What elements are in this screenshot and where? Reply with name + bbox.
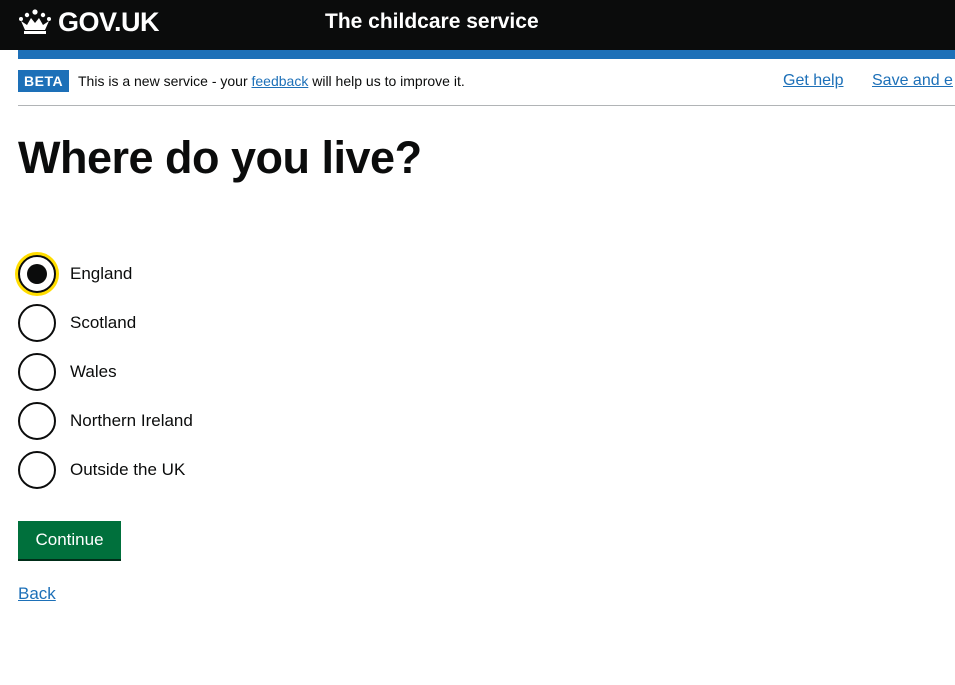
govuk-logo-link[interactable]: GOV.UK <box>18 6 160 38</box>
radio-button[interactable] <box>18 451 56 489</box>
beta-tag: BETA <box>18 70 70 92</box>
phase-text-before: This is a new service - your <box>78 73 252 89</box>
service-name-link[interactable]: The childcare service <box>325 8 539 36</box>
phase-banner: BETA This is a new service - your feedba… <box>18 68 955 106</box>
phase-text-after: will help us to improve it. <box>308 73 465 89</box>
radio-scotland[interactable]: Scotland <box>18 303 136 343</box>
get-help-link[interactable]: Get help <box>783 70 843 92</box>
radio-label: England <box>70 264 133 283</box>
back-link[interactable]: Back <box>18 583 56 605</box>
header-blue-bar <box>18 50 955 59</box>
site-header: GOV.UK The childcare service <box>0 0 955 50</box>
phase-banner-text: This is a new service - your feedback wi… <box>78 71 465 91</box>
radio-button[interactable] <box>18 304 56 342</box>
feedback-link[interactable]: feedback <box>252 73 309 89</box>
page-title: Where do you live? <box>18 132 422 183</box>
radio-wales[interactable]: Wales <box>18 352 117 392</box>
radio-label: Northern Ireland <box>70 411 193 430</box>
crown-icon <box>19 9 51 34</box>
logo-text: GOV.UK <box>58 7 160 37</box>
radio-label: Wales <box>70 362 117 381</box>
radio-button[interactable] <box>18 402 56 440</box>
save-and-exit-link[interactable]: Save and e <box>872 70 953 92</box>
radio-england[interactable]: England <box>18 254 132 294</box>
continue-button[interactable]: Continue <box>18 521 121 559</box>
radio-outside-uk[interactable]: Outside the UK <box>18 450 185 490</box>
radio-label: Scotland <box>70 313 137 332</box>
radio-button[interactable] <box>18 353 56 391</box>
radio-button[interactable] <box>18 255 56 293</box>
radio-label: Outside the UK <box>70 460 186 479</box>
radio-northern-ireland[interactable]: Northern Ireland <box>18 401 193 441</box>
